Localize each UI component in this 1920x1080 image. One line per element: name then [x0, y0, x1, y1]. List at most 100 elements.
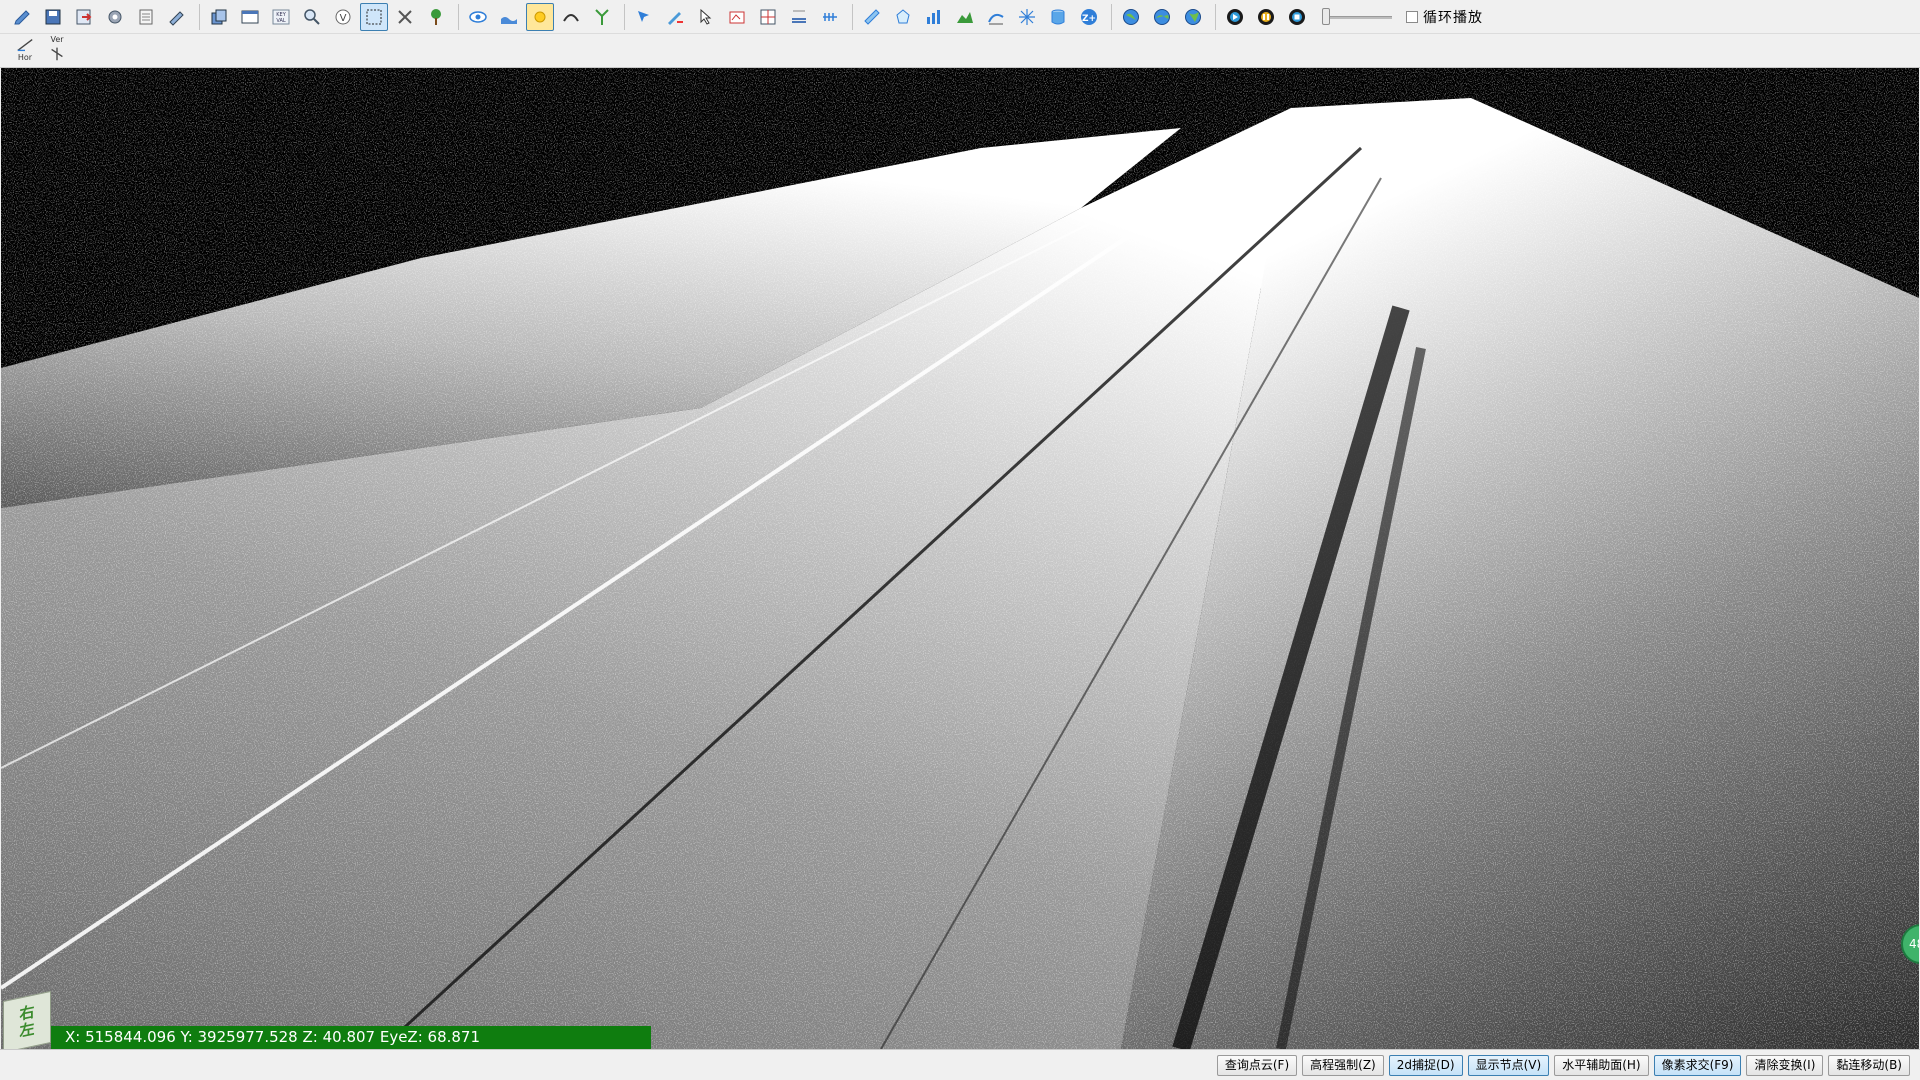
- status-button[interactable]: 水平辅助面(H): [1554, 1054, 1649, 1076]
- terrain-button[interactable]: [951, 3, 979, 31]
- eye-button[interactable]: [464, 3, 492, 31]
- grid-button[interactable]: [754, 3, 782, 31]
- vertical-icon: [51, 47, 63, 60]
- vertical-tool-button[interactable]: Ver: [44, 34, 70, 66]
- copy-icon: [211, 9, 227, 24]
- horizontal-tool-button[interactable]: Hor: [12, 36, 38, 66]
- coordinate-readout: X: 515844.096 Y: 3925977.528 Z: 40.807 E…: [51, 1026, 651, 1049]
- status-button[interactable]: 显示节点(V): [1467, 1054, 1550, 1076]
- copy-button[interactable]: [205, 3, 233, 31]
- play-2-button[interactable]: [1252, 3, 1280, 31]
- v-button[interactable]: V: [329, 3, 357, 31]
- play-icon: [1227, 8, 1243, 25]
- main-toolbar: KEY VAL V Z+ 循环播放: [0, 0, 1920, 34]
- globe-button[interactable]: [1117, 3, 1145, 31]
- slider-track: [1324, 15, 1392, 19]
- branch-button[interactable]: [588, 3, 616, 31]
- pencil-button[interactable]: [163, 3, 191, 31]
- branch-icon: [595, 8, 609, 25]
- ruler-button[interactable]: [858, 3, 886, 31]
- save-icon: [45, 9, 61, 24]
- layers-icon: [139, 9, 153, 24]
- toolbar-separator: [458, 3, 459, 30]
- tools-button[interactable]: [391, 3, 419, 31]
- svg-text:V: V: [340, 13, 347, 24]
- chart-button[interactable]: [920, 3, 948, 31]
- arrow-icon: [638, 10, 649, 22]
- loop-playback-checkbox[interactable]: [1406, 10, 1418, 23]
- slider-thumb[interactable]: [1322, 7, 1330, 25]
- status-button[interactable]: 像素求交(F9): [1653, 1054, 1742, 1076]
- cursor-button[interactable]: [692, 3, 720, 31]
- water-button[interactable]: [495, 3, 523, 31]
- zoom-icon: [304, 8, 320, 25]
- point-cloud-viewport[interactable]: 右 左 X: 515844.096 Y: 3925977.528 Z: 40.8…: [1, 68, 1919, 1049]
- svg-text:VAL: VAL: [276, 18, 286, 24]
- mark-icon: [729, 11, 745, 23]
- mark-button[interactable]: [723, 3, 751, 31]
- profile-button[interactable]: [982, 3, 1010, 31]
- draw-button[interactable]: [661, 3, 689, 31]
- arrow-button[interactable]: [630, 3, 658, 31]
- svg-text:Z+: Z+: [1082, 14, 1096, 24]
- toolbar-separator: [624, 3, 625, 30]
- settings-button[interactable]: [101, 3, 129, 31]
- shape-icon: [896, 8, 910, 23]
- v-icon: V: [335, 9, 351, 24]
- playback-speed-slider[interactable]: [1320, 5, 1396, 29]
- chart-icon: [927, 9, 940, 24]
- view-cube[interactable]: 右 左: [3, 990, 51, 1049]
- eye-icon: [469, 10, 487, 23]
- cube-left-face: 左: [19, 1019, 35, 1041]
- globe-3-button[interactable]: [1179, 3, 1207, 31]
- layers-button[interactable]: [132, 3, 160, 31]
- edit-button[interactable]: [8, 3, 36, 31]
- horizontal-icon: [17, 38, 33, 51]
- zoom-button[interactable]: [298, 3, 326, 31]
- status-button[interactable]: 查询点云(F): [1216, 1054, 1298, 1076]
- cylinder-icon: [1051, 9, 1065, 24]
- cursor-icon: [700, 8, 712, 25]
- draw-icon: [668, 11, 683, 25]
- star-button[interactable]: [1013, 3, 1041, 31]
- play-3-icon: [1289, 8, 1305, 25]
- ruler-icon: [864, 8, 880, 25]
- water-icon: [501, 16, 517, 24]
- play-3-button[interactable]: [1283, 3, 1311, 31]
- select-rect-button[interactable]: [360, 2, 388, 31]
- secondary-toolbar: Hor Ver: [0, 34, 1920, 68]
- shape-button[interactable]: [889, 3, 917, 31]
- export-button[interactable]: [70, 3, 98, 31]
- save-button[interactable]: [39, 3, 67, 31]
- globe-3-icon: [1185, 8, 1201, 25]
- status-button[interactable]: 清除变换(I): [1746, 1054, 1824, 1076]
- status-button[interactable]: 黏连移动(B): [1828, 1054, 1910, 1076]
- toolbar-separator: [852, 3, 853, 30]
- star-icon: [1019, 8, 1035, 25]
- status-button[interactable]: 2d捕捉(D): [1388, 1054, 1463, 1076]
- globe-icon: [1123, 8, 1139, 25]
- curve-button[interactable]: [557, 3, 585, 31]
- tree-button[interactable]: [422, 3, 450, 31]
- loop-playback-label[interactable]: 循环播放: [1423, 7, 1483, 27]
- tools-icon: [398, 9, 412, 24]
- sun-icon: [534, 11, 546, 22]
- toolbar-separator: [1111, 3, 1112, 30]
- pencil-icon: [169, 10, 184, 26]
- key-value-button[interactable]: KEY VAL: [267, 3, 295, 31]
- toolbar-separator: [1215, 3, 1216, 30]
- measure-button[interactable]: [785, 3, 813, 31]
- sun-button[interactable]: [526, 2, 554, 31]
- curve-icon: [563, 13, 579, 22]
- globe-2-button[interactable]: [1148, 3, 1176, 31]
- ver-label: Ver: [50, 34, 64, 44]
- scale-button[interactable]: [816, 3, 844, 31]
- cylinder-button[interactable]: [1044, 3, 1072, 31]
- zoom-plus-button[interactable]: Z+: [1075, 3, 1103, 31]
- status-button[interactable]: 高程强制(Z): [1302, 1054, 1384, 1076]
- window-button[interactable]: [236, 3, 264, 31]
- globe-2-icon: [1154, 8, 1170, 25]
- export-icon: [76, 9, 92, 24]
- play-button[interactable]: [1221, 3, 1249, 31]
- status-bar: 查询点云(F) 高程强制(Z) 2d捕捉(D) 显示节点(V) 水平辅助面(H) 像素求交…: [0, 1049, 1920, 1080]
